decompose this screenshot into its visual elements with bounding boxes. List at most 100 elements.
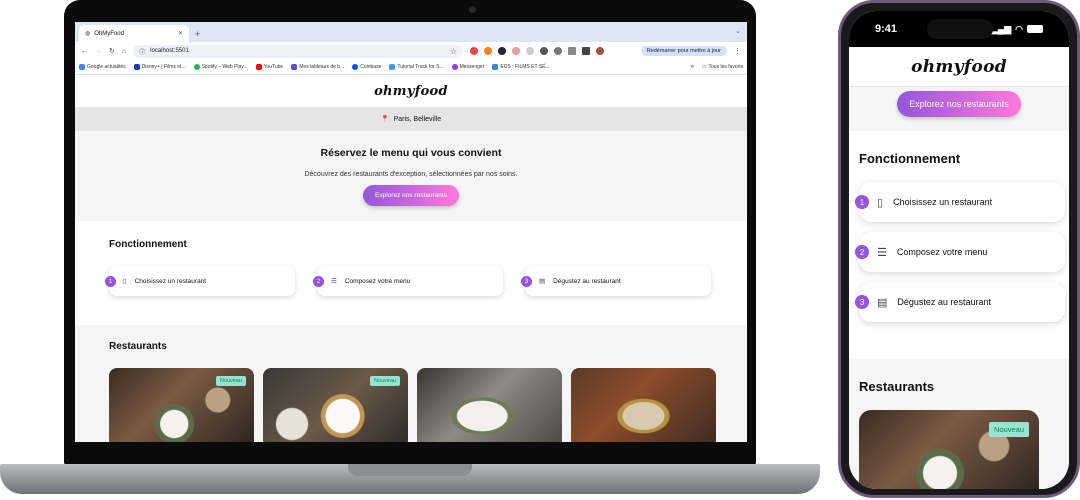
wifi-icon: ◠ — [1015, 23, 1023, 34]
metamask-icon[interactable] — [484, 47, 493, 55]
favicon-icon: ◍ — [85, 31, 91, 37]
extension-icon[interactable] — [540, 47, 549, 55]
bookmark-favicon-icon — [389, 64, 396, 70]
bookmark-item[interactable]: Google actualités — [79, 64, 126, 70]
extension-icon[interactable] — [470, 47, 479, 55]
restaurant-card[interactable]: Nouveau — [263, 368, 408, 442]
step-number: 1 — [855, 195, 869, 209]
bookmark-item[interactable]: Disney+ | Films et... — [133, 64, 186, 70]
bookmark-favicon-icon — [352, 64, 359, 70]
extension-icon[interactable] — [498, 47, 507, 55]
site-info-icon[interactable]: ⓘ — [139, 47, 145, 56]
site-logo[interactable]: ohmyfood — [911, 57, 1007, 77]
step-label: Choisissez un restaurant — [134, 277, 207, 285]
explore-restaurants-button[interactable]: Explorez nos restaurants — [363, 185, 459, 206]
reading-list-icon[interactable] — [568, 47, 577, 55]
address-bar[interactable]: ⓘ localhost:5501 ☆ — [133, 44, 464, 58]
restaurants-section: Restaurants Nouveau — [849, 359, 1069, 489]
bookmark-item[interactable]: Spotify – Web Play... — [193, 64, 248, 70]
list-icon: ☰ — [877, 246, 887, 259]
bookmark-favicon-icon — [133, 64, 140, 70]
step-label: Dégustez au restaurant — [553, 277, 621, 285]
restaurant-card[interactable] — [417, 368, 562, 442]
camera-icon — [469, 6, 476, 13]
extension-icon[interactable] — [512, 47, 521, 55]
step-card[interactable]: 1 ▯ Choisissez un restaurant — [105, 266, 295, 296]
step-card[interactable]: 3 ▤ Dégustez au restaurant — [521, 266, 711, 296]
bookmark-item[interactable]: EOS : FILMS ET SÉ... — [492, 64, 550, 70]
section-title: Restaurants — [109, 341, 167, 352]
forward-icon[interactable]: → — [95, 48, 102, 55]
dynamic-island — [927, 19, 993, 39]
bookmark-favicon-icon — [291, 64, 298, 70]
sidepanel-icon[interactable] — [582, 47, 591, 55]
menu-kebab-icon[interactable]: ⋮ — [734, 47, 741, 55]
step-number: 3 — [855, 295, 869, 309]
new-badge: Nouveau — [988, 422, 1029, 437]
bookmark-item[interactable]: Messenger — [451, 64, 484, 70]
step-number: 2 — [855, 245, 869, 259]
restaurant-card[interactable]: Nouveau — [109, 368, 254, 442]
bookmark-favicon-icon — [79, 64, 85, 70]
how-it-works-section: Fonctionnement 1 ▯ Choisissez un restaur… — [849, 131, 1069, 359]
bookmark-favicon-icon — [193, 64, 200, 70]
new-badge: Nouveau — [369, 376, 400, 386]
restaurant-card[interactable]: Nouveau — [859, 410, 1039, 489]
site-logo[interactable]: ohmyfood — [374, 84, 448, 99]
url-text: localhost:5501 — [150, 48, 189, 54]
site-header: ohmyfood — [849, 47, 1069, 87]
store-icon: ▤ — [877, 296, 888, 309]
phone-screen: 9:41 ▂▄▆ ◠ ohmyfood Explorez nos restaur… — [849, 11, 1069, 489]
explore-restaurants-button[interactable]: Explorez nos restaurants — [897, 91, 1021, 117]
bookmark-item[interactable]: Tutorial Track for S... — [389, 64, 444, 70]
more-bookmarks-button[interactable]: » — [690, 64, 693, 70]
laptop-screen: ◍ OhMyFood ✕ + ⌄ ← → ↻ ⌂ ⓘ localhost:550… — [75, 22, 747, 442]
avatar[interactable] — [596, 47, 605, 55]
step-number: 3 — [521, 276, 532, 287]
back-icon[interactable]: ← — [81, 48, 88, 55]
steps-list: 1 ▯ Choisissez un restaurant 2 ☰ Compose… — [105, 266, 747, 296]
site-header: ohmyfood — [75, 75, 747, 107]
phone-frame: 9:41 ▂▄▆ ◠ ohmyfood Explorez nos restaur… — [838, 0, 1080, 498]
list-icon: ☰ — [331, 278, 337, 285]
hero-text: Découvrez des restaurants d'exception, s… — [304, 171, 518, 178]
section-title: Fonctionnement — [859, 151, 961, 166]
puzzle-icon[interactable] — [554, 47, 563, 55]
step-card[interactable]: 2 ☰ Composez votre menu — [313, 266, 503, 296]
location-bar: 📍 Paris, Belleville — [75, 107, 747, 131]
step-label: Composez votre menu — [896, 247, 988, 257]
bookmarks-bar: Google actualités Disney+ | Films et... … — [75, 60, 747, 75]
step-card[interactable]: 1 ▯ Choisissez un restaurant — [855, 182, 1065, 222]
step-card[interactable]: 2 ☰ Composez votre menu — [855, 232, 1065, 272]
extensions-bar — [470, 47, 605, 55]
how-it-works-section: Fonctionnement 1 ▯ Choisissez un restaur… — [75, 221, 747, 325]
bookmark-item[interactable]: Mes tableaux de b... — [291, 64, 344, 70]
hero-section: Réservez le menu qui vous convient Décou… — [75, 131, 747, 221]
map-pin-icon: 📍 — [380, 116, 390, 123]
location-text: Paris, Belleville — [393, 115, 442, 123]
bookmark-item[interactable]: Coinbase — [352, 64, 381, 70]
tab-search-chevron-icon[interactable]: ⌄ — [735, 27, 741, 35]
hero-title: Réservez le menu qui vous convient — [320, 147, 502, 159]
bookmark-favicon-icon — [451, 64, 458, 70]
hero-section: Explorez nos restaurants — [849, 87, 1069, 131]
restaurant-card[interactable] — [571, 368, 716, 442]
browser-tab[interactable]: ◍ OhMyFood ✕ — [79, 25, 189, 42]
folder-icon: ▭ — [701, 64, 707, 70]
step-card[interactable]: 3 ▤ Dégustez au restaurant — [855, 282, 1065, 322]
all-bookmarks-folder[interactable]: ▭ Tous les favoris — [702, 64, 743, 70]
extension-icon[interactable] — [526, 47, 535, 55]
relaunch-update-button[interactable]: Redémarrer pour mettre à jour — [640, 46, 727, 56]
close-tab-icon[interactable]: ✕ — [178, 30, 183, 37]
new-badge: Nouveau — [215, 376, 246, 386]
section-title: Fonctionnement — [109, 239, 187, 250]
home-icon[interactable]: ⌂ — [122, 48, 126, 55]
bookmark-item[interactable]: YouTube — [255, 64, 283, 70]
bookmark-star-icon[interactable]: ☆ — [450, 47, 457, 56]
phone-icon: ▯ — [123, 278, 127, 285]
step-label: Dégustez au restaurant — [897, 297, 991, 307]
signal-icon: ▂▄▆ — [990, 23, 1012, 34]
new-tab-button[interactable]: + — [195, 29, 200, 39]
section-title: Restaurants — [859, 379, 935, 394]
reload-icon[interactable]: ↻ — [109, 47, 115, 55]
